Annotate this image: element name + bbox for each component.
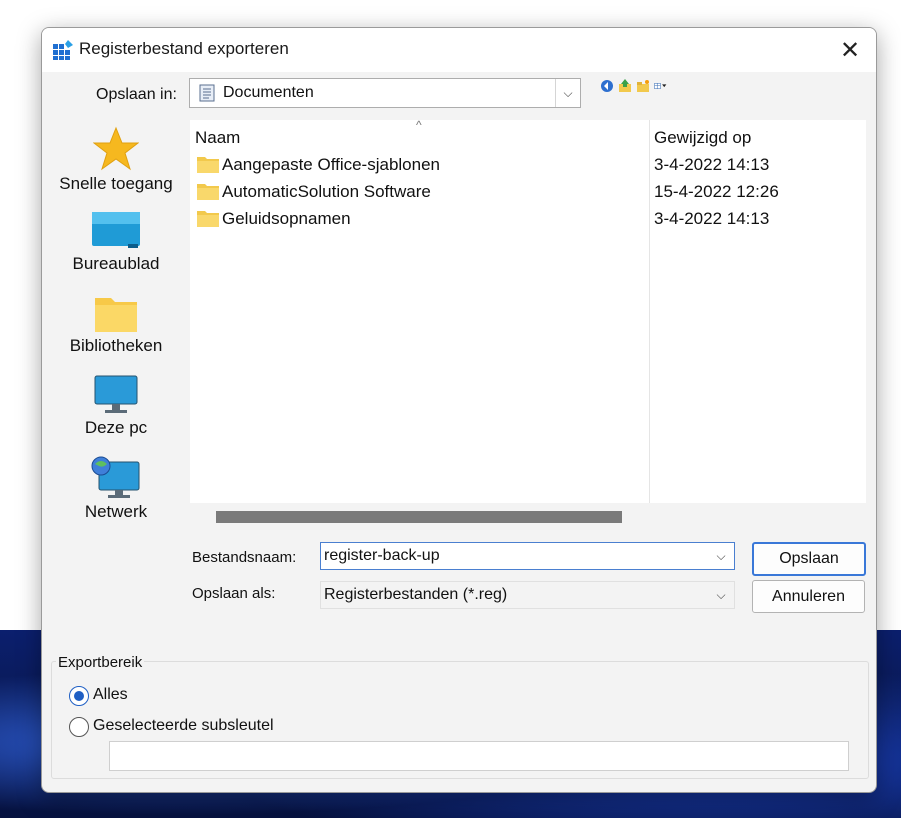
- documents-icon: [199, 84, 215, 102]
- sort-ascending-icon: ^: [416, 118, 422, 132]
- filename-input[interactable]: register-back-up ⌵: [320, 542, 735, 570]
- radio-all[interactable]: [69, 686, 89, 706]
- save-button[interactable]: Opslaan: [752, 542, 866, 576]
- file-row[interactable]: Geluidsopnamen 3-4-2022 14:13: [190, 206, 866, 232]
- file-name: AutomaticSolution Software: [222, 182, 431, 201]
- filetype-label: Opslaan als:: [192, 585, 276, 602]
- place-label: Deze pc: [84, 418, 148, 437]
- file-row[interactable]: Aangepaste Office-sjablonen 3-4-2022 14:…: [190, 152, 866, 178]
- folder-icon: [197, 157, 219, 173]
- place-this-pc[interactable]: Deze pc: [50, 374, 182, 438]
- filename-label: Bestandsnaam:: [192, 549, 297, 566]
- libraries-icon: [95, 298, 137, 332]
- file-row[interactable]: AutomaticSolution Software 15-4-2022 12:…: [190, 179, 866, 205]
- place-desktop[interactable]: Bureaublad: [50, 210, 182, 274]
- chevron-down-icon[interactable]: ⌵: [555, 79, 580, 107]
- back-icon[interactable]: [600, 79, 614, 93]
- folder-icon: [197, 211, 219, 227]
- star-icon: [93, 126, 139, 171]
- save-in-dropdown[interactable]: Documenten ⌵: [189, 78, 581, 108]
- chevron-down-icon[interactable]: ⌵: [708, 549, 734, 564]
- place-libraries[interactable]: Bibliotheken: [50, 292, 182, 356]
- places-bar: Snelle toegang Bureaublad Bibliotheken D…: [50, 120, 182, 640]
- registry-editor-icon: [53, 40, 73, 60]
- place-label: Snelle toegang: [59, 174, 173, 193]
- file-modified: 15-4-2022 12:26: [654, 182, 779, 201]
- filetype-value: Registerbestanden (*.reg): [324, 586, 508, 603]
- view-menu-icon[interactable]: [654, 79, 668, 93]
- file-modified: 3-4-2022 14:13: [654, 155, 770, 174]
- chevron-down-icon[interactable]: ⌵: [708, 588, 734, 603]
- cancel-button[interactable]: Annuleren: [752, 580, 865, 613]
- file-list[interactable]: Naam ^ Gewijzigd op Aangepaste Office-sj…: [190, 118, 866, 503]
- new-folder-icon[interactable]: [636, 79, 650, 93]
- save-in-label: Opslaan in:: [96, 86, 177, 103]
- place-label: Bibliotheken: [69, 336, 163, 355]
- nav-toolbar: [600, 79, 668, 93]
- horizontal-scrollbar-thumb[interactable]: [216, 511, 622, 523]
- place-label: Bureaublad: [72, 254, 160, 273]
- folder-icon: [197, 184, 219, 200]
- filetype-dropdown[interactable]: Registerbestanden (*.reg) ⌵: [320, 581, 735, 609]
- title-bar[interactable]: Registerbestand exporteren ✕: [42, 28, 876, 72]
- column-header-name[interactable]: Naam: [195, 128, 240, 148]
- filename-value: register-back-up: [324, 547, 440, 564]
- file-name: Geluidsopnamen: [222, 209, 351, 228]
- radio-selected-subkey-label[interactable]: Geselecteerde subsleutel: [93, 717, 274, 735]
- place-label: Netwerk: [84, 502, 148, 521]
- up-folder-icon[interactable]: [618, 79, 632, 93]
- save-in-value: Documenten: [223, 84, 314, 101]
- export-range-title: Exportbereik: [56, 654, 145, 671]
- close-button[interactable]: ✕: [832, 34, 868, 66]
- place-network[interactable]: Netwerk: [50, 456, 182, 522]
- file-modified: 3-4-2022 14:13: [654, 209, 770, 228]
- network-icon: [91, 456, 140, 498]
- place-quick-access[interactable]: Snelle toegang: [50, 126, 182, 194]
- subkey-input[interactable]: [109, 741, 849, 771]
- dialog-title: Registerbestand exporteren: [79, 39, 289, 58]
- file-name: Aangepaste Office-sjablonen: [222, 155, 441, 174]
- export-dialog: Registerbestand exporteren ✕ Opslaan in:…: [41, 27, 877, 793]
- radio-all-label[interactable]: Alles: [93, 686, 128, 704]
- desktop-icon: [92, 212, 140, 248]
- column-header-modified[interactable]: Gewijzigd op: [654, 128, 751, 148]
- computer-icon: [94, 375, 138, 413]
- radio-selected-subkey[interactable]: [69, 717, 89, 737]
